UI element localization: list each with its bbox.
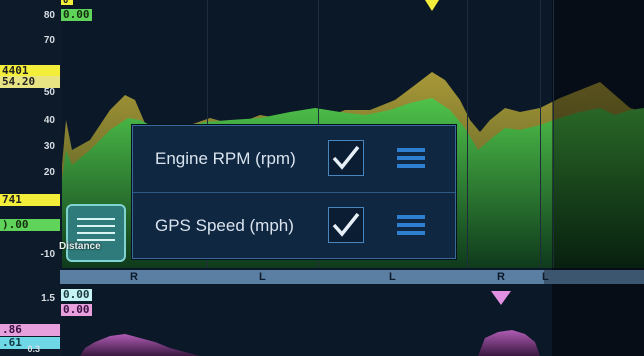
lower-badge-c: .86 [0, 324, 60, 336]
lower-axis-tick: 0.3 [27, 344, 40, 354]
out-of-lap-shade [552, 0, 644, 356]
channel-checkbox[interactable] [328, 207, 364, 243]
track-segment-label: L [389, 271, 396, 283]
axis-tick: 70 [43, 35, 55, 46]
channel-row-engine-rpm[interactable]: Engine RPM (rpm) [133, 126, 455, 191]
mid-value-badge: 741 [0, 194, 60, 206]
axis-tick: 40 [43, 115, 55, 126]
axis-tick: 30 [43, 141, 55, 152]
lower-badge-b: 0.00 [61, 303, 92, 316]
top-marker-badge: 0 [61, 0, 73, 6]
checkmark-icon [332, 145, 360, 170]
lower-series-area [80, 334, 200, 356]
checkmark-icon [332, 212, 360, 237]
channel-row-gps-speed[interactable]: GPS Speed (mph) [133, 192, 455, 258]
track-segment-label: R [130, 271, 138, 283]
mid-zero-badge: ).00 [0, 219, 60, 231]
telemetry-graph-view: 80 70 50 40 30 20 -10 0 0.00 4401 54.20 … [0, 0, 644, 356]
axis-tick: 50 [43, 87, 55, 98]
playhead-marker-top [425, 0, 439, 11]
channel-checkbox[interactable] [328, 140, 364, 176]
top-value-badge: 0.00 [61, 8, 92, 21]
playhead-marker-lower [491, 291, 511, 305]
grid-line [467, 0, 468, 268]
track-section-bar-out [544, 270, 644, 284]
speed-cursor-badge: 54.20 [0, 76, 60, 88]
chart-menu-button[interactable] [66, 204, 126, 262]
channel-select-popup: Engine RPM (rpm) GPS Speed (mph) [132, 125, 456, 259]
grid-line [553, 0, 554, 268]
menu-icon[interactable] [397, 215, 425, 235]
menu-icon[interactable] [397, 148, 425, 168]
channel-label: Engine RPM (rpm) [155, 149, 296, 168]
chart-menu-button-label: Distance [59, 241, 101, 252]
lower-badge-a: 0.00 [61, 288, 92, 301]
grid-line [540, 0, 541, 268]
track-segment-label: R [497, 271, 505, 283]
lower-axis-tick: 1.5 [41, 293, 55, 304]
axis-tick: 20 [43, 167, 55, 178]
channel-label: GPS Speed (mph) [155, 216, 294, 235]
track-segment-label: L [542, 271, 549, 283]
lower-series-area-2 [478, 330, 540, 356]
axis-tick: -10 [40, 249, 55, 260]
track-segment-label: L [259, 271, 266, 283]
axis-tick: 80 [43, 10, 55, 21]
